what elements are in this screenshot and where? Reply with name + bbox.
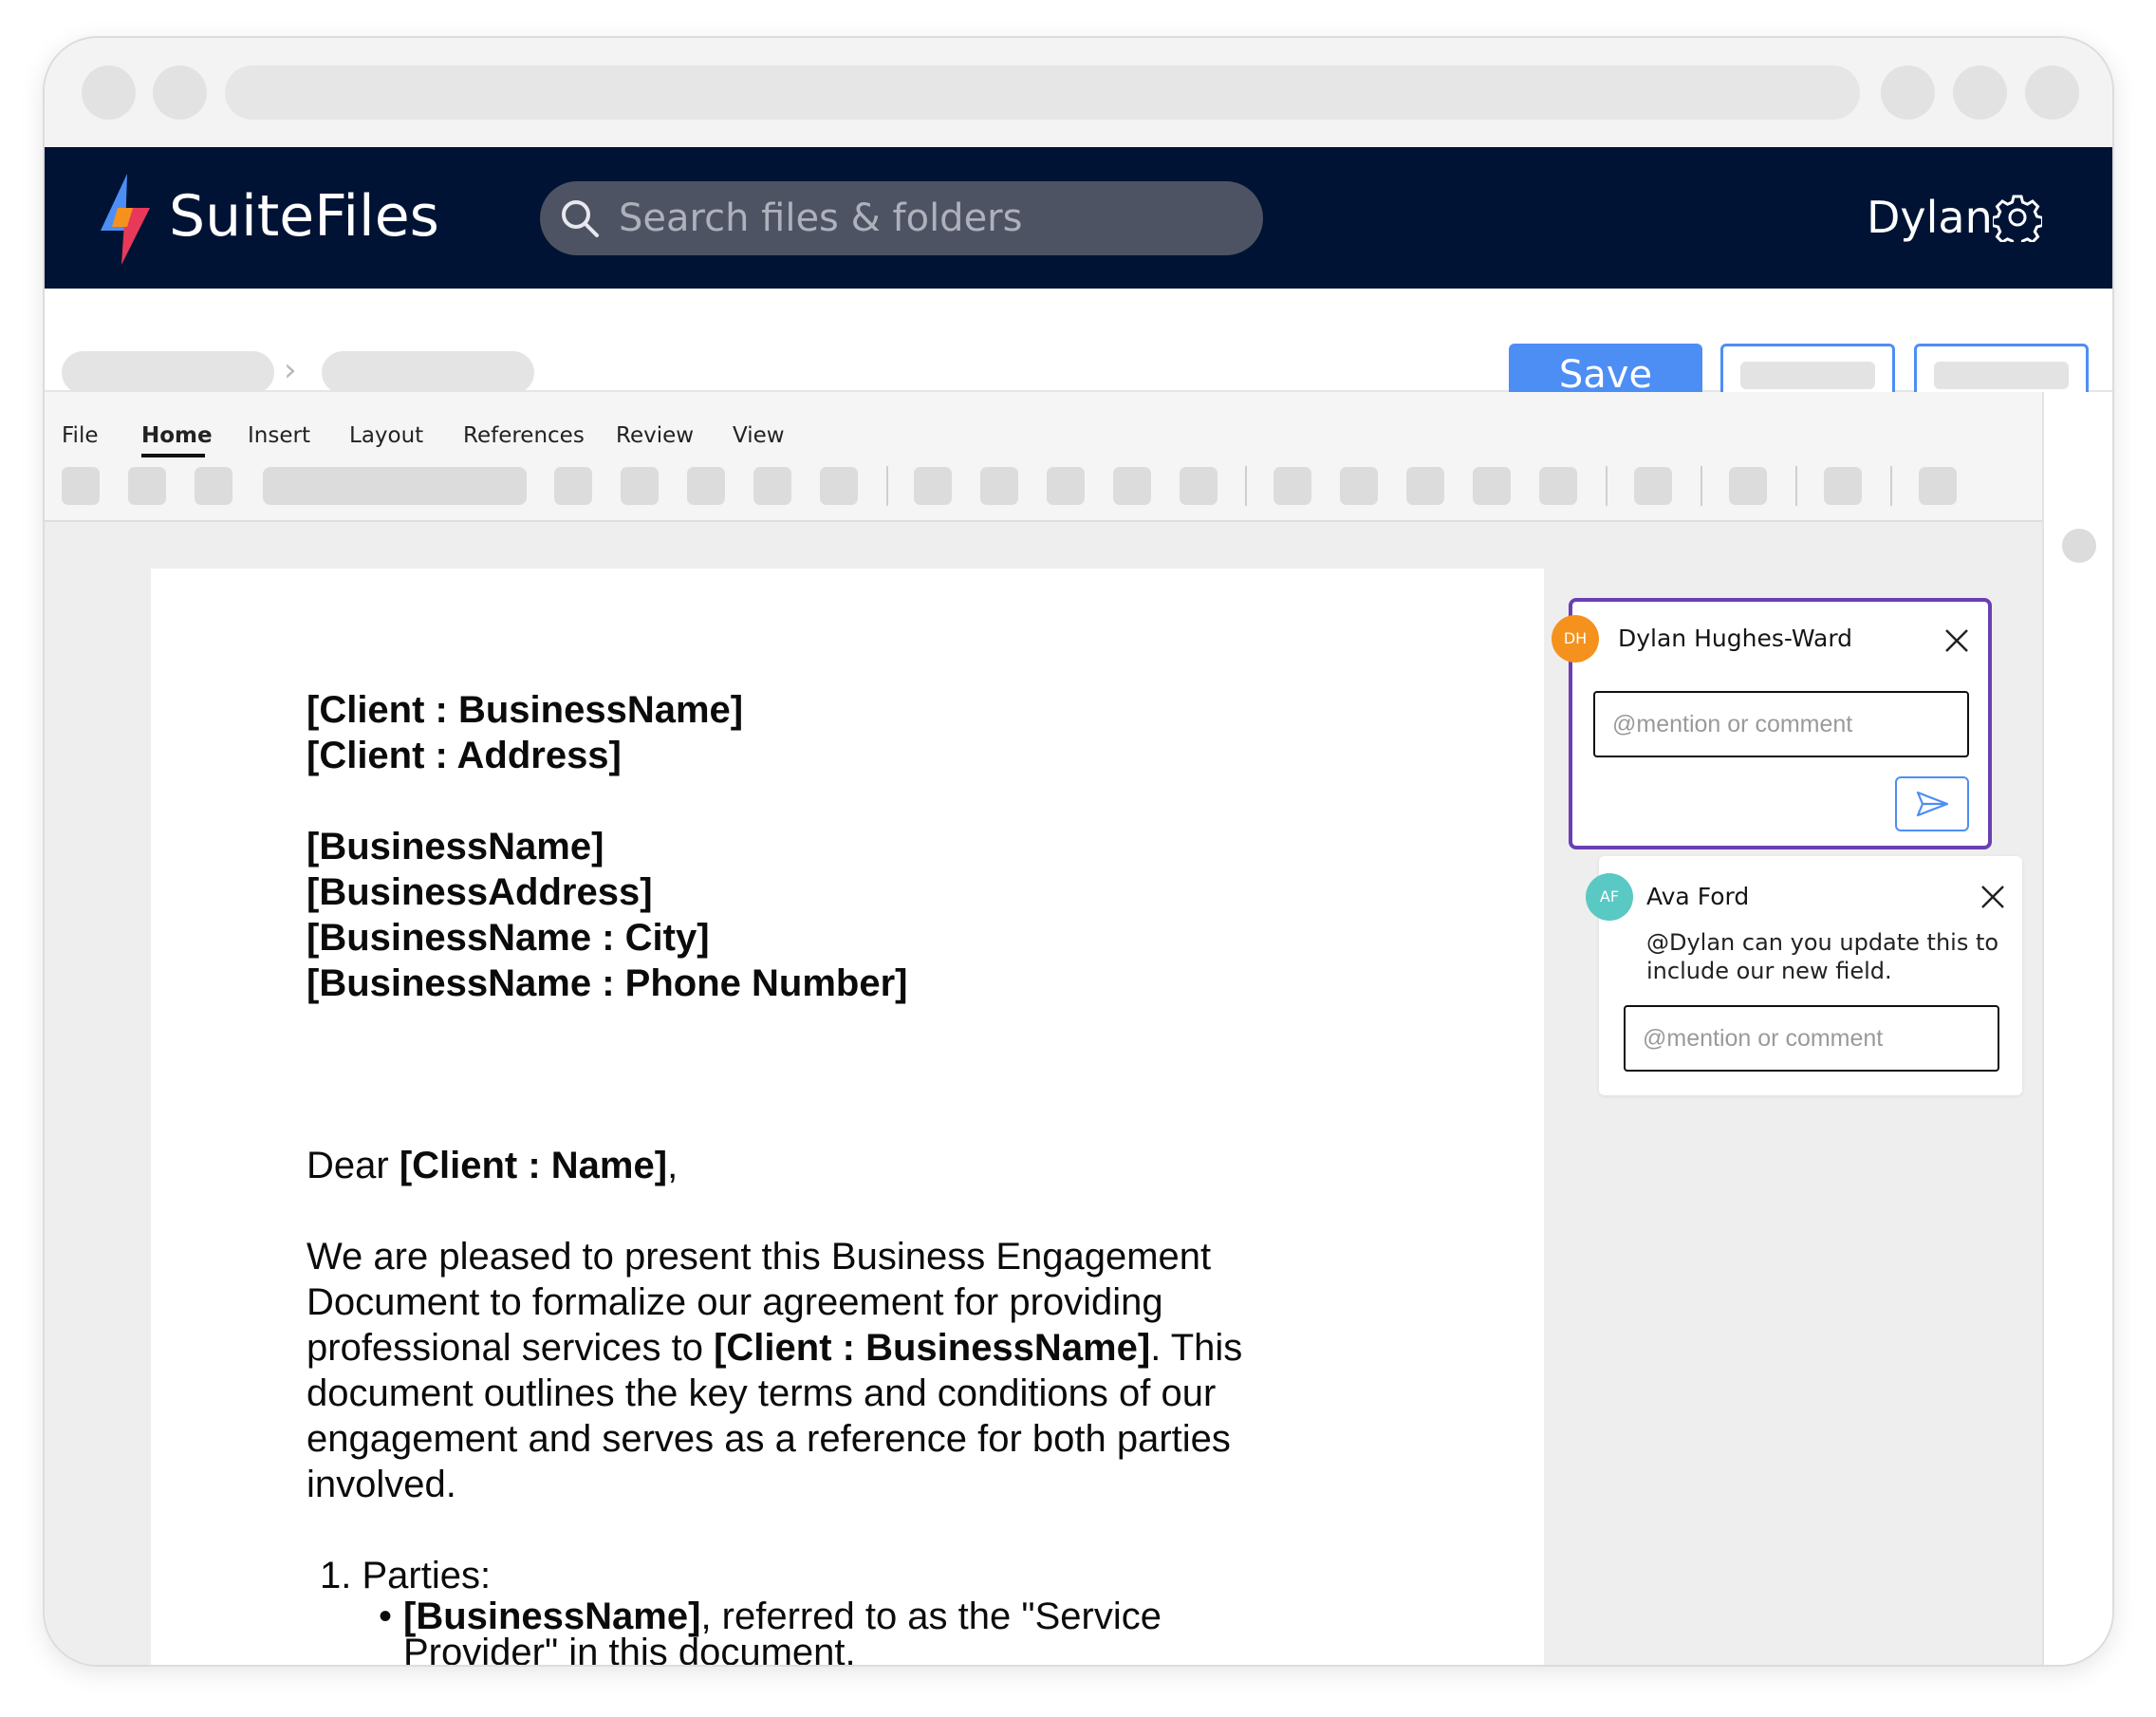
search-input[interactable]: Search files & folders <box>619 197 1022 239</box>
tab-file[interactable]: File <box>62 422 99 449</box>
list-item-label: Parties: <box>362 1555 492 1596</box>
client-business-name-field[interactable]: [Client : BusinessName] <box>714 1327 1150 1369</box>
avatar: AF <box>1586 873 1633 921</box>
browser-chrome <box>45 38 2112 147</box>
comment-input[interactable]: @mention or comment <box>1593 691 1969 757</box>
ribbon-button[interactable] <box>687 467 725 505</box>
ribbon-button[interactable] <box>1539 467 1577 505</box>
intro-paragraph[interactable]: We are pleased to present this Business … <box>307 1234 1293 1507</box>
address-bar[interactable] <box>225 65 1860 120</box>
chevron-right-icon: › <box>284 351 297 389</box>
button-label-placeholder <box>1934 362 2069 389</box>
suitefiles-logo-icon <box>101 174 150 265</box>
browser-action-dot[interactable] <box>1953 65 2007 120</box>
list-item[interactable]: 1. Parties: • [BusinessName], referred to… <box>307 1553 1445 1665</box>
tab-home[interactable]: Home <box>141 422 213 449</box>
app-header: SuiteFiles Search files & folders Dylan <box>45 147 2112 289</box>
ribbon-button[interactable] <box>621 467 659 505</box>
comment-card[interactable]: AF Ava Ford @Dylan can you update this t… <box>1586 856 2022 1095</box>
comment-author: Ava Ford <box>1646 883 1750 910</box>
window-control-dot[interactable] <box>153 65 207 120</box>
ribbon-button[interactable] <box>1824 467 1862 505</box>
ribbon-button[interactable] <box>1047 467 1085 505</box>
ribbon-divider <box>1606 466 1608 506</box>
ribbon-button[interactable] <box>128 467 166 505</box>
bullet-icon: • <box>379 1596 393 1637</box>
send-icon <box>1916 791 1949 817</box>
ribbon-button[interactable] <box>753 467 791 505</box>
comment-card-active[interactable]: DH Dylan Hughes-Ward @mention or comment <box>1552 598 1992 849</box>
ribbon-divider <box>1890 466 1892 506</box>
client-name-field[interactable]: [Client : Name] <box>400 1145 667 1186</box>
greeting-suffix: , <box>667 1145 678 1186</box>
ribbon-button[interactable] <box>914 467 952 505</box>
comment-input[interactable]: @mention or comment <box>1624 1005 1999 1072</box>
search-bar[interactable]: Search files & folders <box>540 181 1263 255</box>
tab-references[interactable]: References <box>463 422 585 449</box>
business-address-field[interactable]: [BusinessAddress] <box>307 869 1445 915</box>
window-control-dot[interactable] <box>82 65 136 120</box>
ribbon-button[interactable] <box>1113 467 1151 505</box>
numbered-list: 1. Parties: • [BusinessName], referred to… <box>307 1553 1445 1665</box>
send-button[interactable] <box>1895 776 1969 831</box>
list-number: 1. <box>320 1555 352 1596</box>
document-page[interactable]: [Client : BusinessName] [Client : Addres… <box>151 569 1544 1665</box>
app-logo-text[interactable]: SuiteFiles <box>169 182 439 251</box>
browser-action-dot[interactable] <box>1881 65 1935 120</box>
ribbon-button[interactable] <box>195 467 232 505</box>
comment-author: Dylan Hughes-Ward <box>1618 625 1853 652</box>
breadcrumb-item[interactable] <box>322 351 534 394</box>
gear-icon[interactable] <box>1993 193 2042 242</box>
button-label-placeholder <box>1740 362 1875 389</box>
ribbon-button[interactable] <box>1473 467 1511 505</box>
client-business-name-field[interactable]: [Client : BusinessName] <box>307 687 1445 733</box>
greeting-prefix: Dear <box>307 1145 400 1186</box>
tab-insert[interactable]: Insert <box>248 422 310 449</box>
ribbon-button[interactable] <box>820 467 858 505</box>
editor-ribbon: File Home Insert Layout References Revie… <box>45 392 2042 522</box>
close-icon[interactable] <box>1979 883 2007 911</box>
breadcrumb-item[interactable] <box>62 351 274 394</box>
scroll-handle[interactable] <box>2062 529 2096 563</box>
ribbon-button[interactable] <box>1729 467 1767 505</box>
ribbon-button[interactable] <box>1273 467 1311 505</box>
ribbon-button[interactable] <box>62 467 100 505</box>
ribbon-button[interactable] <box>1919 467 1957 505</box>
avatar: DH <box>1552 615 1599 663</box>
comment-text: @Dylan can you update this to include ou… <box>1646 929 1999 984</box>
greeting-line[interactable]: Dear [Client : Name], <box>307 1143 1445 1188</box>
ribbon-button[interactable] <box>554 467 592 505</box>
tab-layout[interactable]: Layout <box>349 422 423 449</box>
document-canvas: [Client : BusinessName] [Client : Addres… <box>45 522 2042 1665</box>
ribbon-button[interactable] <box>1340 467 1378 505</box>
business-name-field[interactable]: [BusinessName] <box>307 824 1445 869</box>
business-city-field[interactable]: [BusinessName : City] <box>307 915 1445 961</box>
document-body[interactable]: [Client : BusinessName] [Client : Addres… <box>307 569 1445 1665</box>
document-toolbar: › Save <box>45 289 2112 406</box>
ribbon-divider <box>886 466 888 506</box>
browser-window: SuiteFiles Search files & folders Dylan … <box>43 36 2114 1667</box>
ribbon-divider <box>1795 466 1797 506</box>
browser-action-dot[interactable] <box>2025 65 2079 120</box>
side-rail <box>2042 392 2112 1665</box>
bullet-item[interactable]: • [BusinessName], referred to as the "Ser… <box>320 1596 1238 1665</box>
tab-view[interactable]: View <box>733 422 785 449</box>
ribbon-button[interactable] <box>980 467 1018 505</box>
close-icon[interactable] <box>1942 626 1971 655</box>
ribbon-button[interactable] <box>1180 467 1217 505</box>
client-address-field[interactable]: [Client : Address] <box>307 733 1445 778</box>
ribbon-button[interactable] <box>1634 467 1672 505</box>
search-icon <box>562 200 599 237</box>
bullet-list: • [BusinessName], referred to as the "Ser… <box>320 1596 1445 1665</box>
ribbon-divider <box>1701 466 1702 506</box>
tab-review[interactable]: Review <box>616 422 694 449</box>
active-tab-indicator <box>141 454 205 457</box>
ribbon-button[interactable] <box>1406 467 1444 505</box>
business-phone-field[interactable]: [BusinessName : Phone Number] <box>307 961 1445 1006</box>
font-selector[interactable] <box>263 467 527 505</box>
user-name[interactable]: Dylan <box>1867 191 1993 244</box>
ribbon-divider <box>1245 466 1247 506</box>
